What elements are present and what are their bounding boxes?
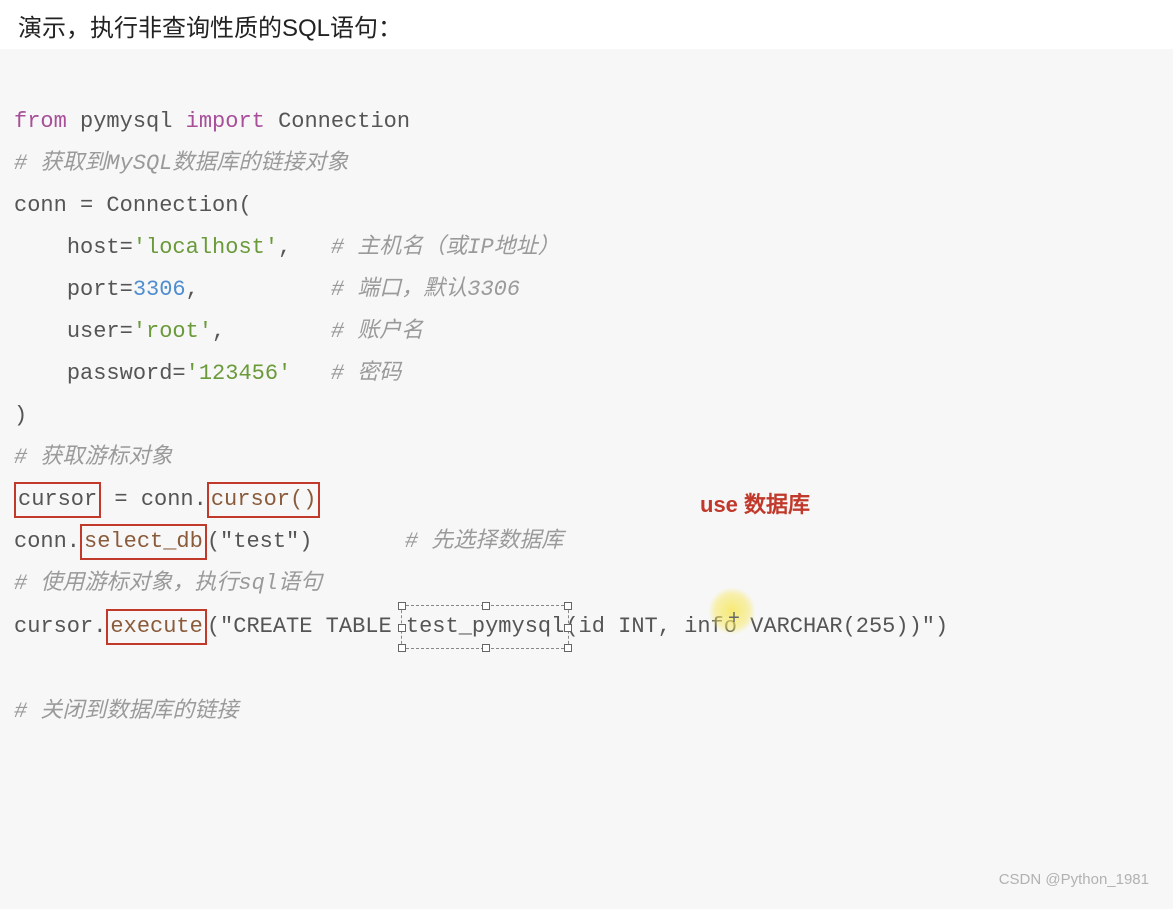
code-line-14-comment: # 关闭到数据库的链接 xyxy=(14,699,238,724)
highlight-execute: execute xyxy=(106,609,206,645)
code-line-9-comment: # 获取游标对象 xyxy=(14,445,172,470)
heading: 演示，执行非查询性质的SQL语句： xyxy=(0,0,1173,49)
highlight-select-db: select_db xyxy=(80,524,207,560)
code-line-13: cursor.execute("CREATE TABLE test_pymysq… xyxy=(14,614,948,639)
watermark: CSDN @Python_1981 xyxy=(999,859,1149,901)
highlight-cursor-var: cursor xyxy=(14,482,101,518)
code-block: from pymysql import Connection # 获取到MySQ… xyxy=(0,49,1173,909)
selection-box: test_pymysql xyxy=(401,605,569,649)
code-line-10: cursor = conn.cursor() xyxy=(14,487,320,512)
code-line-6: user='root', # 账户名 xyxy=(14,319,423,344)
highlight-cursor-call: cursor() xyxy=(207,482,321,518)
code-line-11: conn.select_db("test") # 先选择数据库 xyxy=(14,529,563,554)
code-line-8: ) xyxy=(14,403,27,428)
code-line-7: password='123456' # 密码 xyxy=(14,361,401,386)
code-line-12-comment: # 使用游标对象，执行sql语句 xyxy=(14,571,322,596)
code-line-2-comment: # 获取到MySQL数据库的链接对象 xyxy=(14,151,348,176)
annotation-use-db: use 数据库 xyxy=(700,484,810,526)
code-line-5: port=3306, # 端口，默认3306 xyxy=(14,277,520,302)
code-line-4: host='localhost', # 主机名（或IP地址） xyxy=(14,235,560,260)
code-line-3: conn = Connection( xyxy=(14,193,252,218)
code-line-1: from pymysql import Connection xyxy=(14,109,410,134)
